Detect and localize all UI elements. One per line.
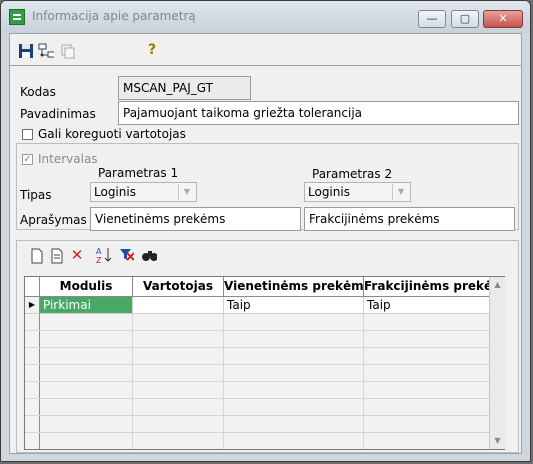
close-button[interactable]: ✕ — [483, 10, 523, 28]
fraction-goods-cell[interactable]: Taip — [364, 297, 504, 314]
minimize-button[interactable]: — — [418, 10, 446, 28]
scroll-up-icon[interactable]: ▲ — [490, 277, 505, 293]
description1-field[interactable]: Vienetinėms prekėms — [90, 207, 301, 231]
sort-icon[interactable]: AZ — [95, 247, 111, 264]
code-field[interactable]: MSCAN_PAJ_GT — [118, 76, 251, 100]
find-icon[interactable] — [141, 247, 157, 263]
delete-icon[interactable]: ✕ — [69, 246, 85, 264]
unit-goods-cell[interactable]: Taip — [224, 297, 364, 314]
code-label: Kodas — [20, 85, 56, 99]
description-label: Aprašymas — [20, 213, 87, 227]
toolbar-divider — [10, 65, 521, 66]
name-label: Pavadinimas — [20, 107, 96, 121]
current-row-indicator-icon: ▶ — [25, 297, 40, 314]
row-header-corner — [25, 277, 40, 297]
copy-icon[interactable] — [60, 43, 76, 59]
user-editable-checkbox[interactable] — [22, 129, 33, 140]
save-icon[interactable] — [18, 43, 34, 59]
dialog-window: Informacija apie parametrą — ▢ ✕ ? Kodas… — [0, 0, 531, 462]
maximize-button[interactable]: ▢ — [451, 10, 479, 28]
param2-header: Parametras 2 — [312, 167, 393, 181]
type2-value: Loginis — [308, 185, 350, 199]
new-icon[interactable] — [29, 248, 45, 264]
app-icon — [9, 9, 25, 25]
param1-header: Parametras 1 — [98, 166, 179, 180]
scroll-down-icon[interactable]: ▼ — [490, 433, 505, 449]
user-editable-label: Gali koreguoti vartotojas — [38, 127, 186, 141]
module-cell[interactable]: Pirkimai — [40, 297, 133, 314]
table-scrollbar[interactable]: ▲ ▼ — [489, 277, 505, 449]
type-label: Tipas — [20, 188, 52, 202]
name-field[interactable]: Pajamuojant taikoma griežta tolerancija — [118, 101, 519, 125]
table-row[interactable]: ▶ Pirkimai Taip Taip — [25, 297, 504, 314]
column-header-unit-goods[interactable]: Vienetinėms prekėms — [224, 277, 364, 297]
chevron-down-icon: ▼ — [178, 184, 195, 200]
modules-table[interactable]: Modulis Vartotojas Vienetinėms prekėms F… — [24, 276, 505, 450]
column-header-module[interactable]: Modulis — [40, 277, 133, 297]
svg-text:A: A — [96, 247, 102, 256]
tree-icon[interactable] — [38, 43, 54, 59]
dialog-body: ? Kodas MSCAN_PAJ_GT Pavadinimas Pajamuo… — [9, 33, 522, 454]
description2-field[interactable]: Frakcijinėms prekėms — [304, 207, 515, 231]
svg-text:Z: Z — [96, 256, 102, 264]
interval-checkbox[interactable]: ✓ — [22, 154, 33, 165]
edit-icon[interactable] — [49, 248, 65, 264]
chevron-down-icon: ▼ — [392, 184, 409, 200]
type2-select[interactable]: Loginis ▼ — [304, 182, 411, 202]
column-header-fraction-goods[interactable]: Frakcijinėms prekėms — [364, 277, 504, 297]
help-icon[interactable]: ? — [144, 42, 160, 58]
interval-label: Intervalas — [38, 152, 98, 166]
user-cell[interactable] — [133, 297, 224, 314]
type1-value: Loginis — [94, 185, 136, 199]
title-bar[interactable]: Informacija apie parametrą — ▢ ✕ — [1, 1, 530, 33]
type1-select[interactable]: Loginis ▼ — [90, 182, 197, 202]
empty-rows — [25, 314, 504, 449]
clear-filter-icon[interactable] — [118, 247, 134, 263]
column-header-user[interactable]: Vartotojas — [133, 277, 224, 297]
window-title: Informacija apie parametrą — [32, 9, 196, 23]
